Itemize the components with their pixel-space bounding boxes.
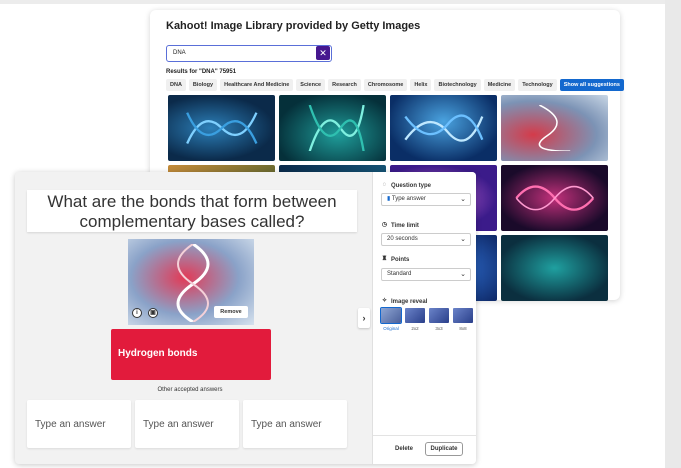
question-text-field[interactable]: What are the bonds that form between com… bbox=[27, 190, 357, 232]
top-gutter bbox=[0, 0, 681, 4]
chip-research[interactable]: Research bbox=[328, 79, 361, 91]
chevron-down-icon: ⌄ bbox=[460, 196, 466, 203]
divider bbox=[373, 435, 476, 436]
dna-helix-graphic bbox=[404, 114, 484, 142]
chip-biology[interactable]: Biology bbox=[188, 79, 218, 91]
answer-input-3[interactable]: Type an answer bbox=[243, 400, 347, 448]
question-type-icon: ◌ bbox=[382, 182, 387, 188]
library-search-input[interactable]: DNA bbox=[166, 45, 332, 62]
image-reveal-icon: ✧ bbox=[381, 298, 388, 304]
other-answers-label: Other accepted answers bbox=[157, 387, 223, 393]
question-image[interactable]: i ▣ Remove bbox=[128, 239, 254, 325]
show-all-suggestions-button[interactable]: Show all suggestions bbox=[559, 79, 624, 91]
clock-icon: ◷ bbox=[381, 222, 388, 228]
correct-answer-text: Hydrogen bonds bbox=[118, 348, 198, 359]
image-info-icon[interactable]: i bbox=[132, 308, 142, 318]
suggestion-chips: DNA Biology Healthcare And Medicine Scie… bbox=[166, 79, 624, 91]
reveal-3x3-option[interactable] bbox=[429, 308, 449, 323]
image-edit-icon[interactable]: ▣ bbox=[148, 308, 158, 318]
dna-helix-graphic bbox=[308, 104, 365, 152]
chip-chromosome[interactable]: Chromosome bbox=[363, 79, 408, 91]
reveal-8x8-option[interactable] bbox=[453, 308, 473, 323]
chip-medicine[interactable]: Medicine bbox=[483, 79, 516, 91]
results-count: Results for "DNA" 75951 bbox=[166, 69, 237, 75]
settings-sidebar: ◌ Question type ▮ Type answer ⌄ ◷ Time l… bbox=[372, 172, 476, 464]
points-label: ♜ Points bbox=[381, 256, 410, 263]
correct-answer-field[interactable]: Hydrogen bonds bbox=[111, 329, 271, 380]
time-limit-select[interactable]: 20 seconds ⌄ bbox=[381, 233, 471, 246]
reveal-original-option[interactable] bbox=[380, 307, 402, 324]
chevron-down-icon: ⌄ bbox=[460, 236, 466, 243]
image-result[interactable] bbox=[501, 95, 608, 161]
chip-technology[interactable]: Technology bbox=[518, 79, 557, 91]
dna-helix-graphic bbox=[538, 104, 570, 152]
image-reveal-label: ✧ Image reveal bbox=[381, 298, 428, 305]
chip-healthcare[interactable]: Healthcare And Medicine bbox=[220, 79, 294, 91]
chevron-down-icon: ⌄ bbox=[460, 271, 466, 278]
image-reveal-options bbox=[380, 307, 473, 324]
scrollbar-track[interactable] bbox=[665, 0, 681, 468]
answer-input-1[interactable]: Type an answer bbox=[27, 400, 131, 448]
dna-helix-graphic bbox=[515, 185, 594, 211]
chip-dna[interactable]: DNA bbox=[166, 79, 186, 91]
image-result[interactable] bbox=[168, 95, 275, 161]
chip-biotechnology[interactable]: Biotechnology bbox=[434, 79, 481, 91]
image-result[interactable] bbox=[279, 95, 386, 161]
question-type-label: ◌ Question type bbox=[382, 182, 432, 189]
duplicate-button[interactable]: Duplicate bbox=[425, 442, 463, 456]
remove-image-button[interactable]: Remove bbox=[214, 306, 248, 318]
chip-science[interactable]: Science bbox=[296, 79, 326, 91]
question-type-select[interactable]: ▮ Type answer ⌄ bbox=[381, 193, 471, 206]
chip-helix[interactable]: Helix bbox=[410, 79, 432, 91]
image-result[interactable] bbox=[390, 95, 497, 161]
clear-search-button[interactable]: ✕ bbox=[316, 46, 330, 60]
answer-input-2[interactable]: Type an answer bbox=[135, 400, 239, 448]
type-answer-icon: ▮ bbox=[387, 196, 391, 202]
points-select[interactable]: Standard ⌄ bbox=[381, 268, 471, 281]
question-editor: What are the bonds that form between com… bbox=[15, 172, 476, 464]
image-result[interactable] bbox=[501, 235, 608, 301]
delete-button[interactable]: Delete bbox=[395, 446, 413, 452]
image-result[interactable] bbox=[501, 165, 608, 231]
toggle-sidebar-button[interactable]: › bbox=[358, 308, 370, 328]
dna-helix-graphic bbox=[185, 112, 258, 144]
reveal-2x2-option[interactable] bbox=[405, 308, 425, 323]
trophy-icon: ♜ bbox=[381, 256, 388, 262]
image-reveal-labels: Original 2x2 3x3 8x8 bbox=[383, 326, 467, 331]
library-title: Kahoot! Image Library provided by Getty … bbox=[166, 20, 421, 32]
time-limit-label: ◷ Time limit bbox=[381, 222, 419, 229]
